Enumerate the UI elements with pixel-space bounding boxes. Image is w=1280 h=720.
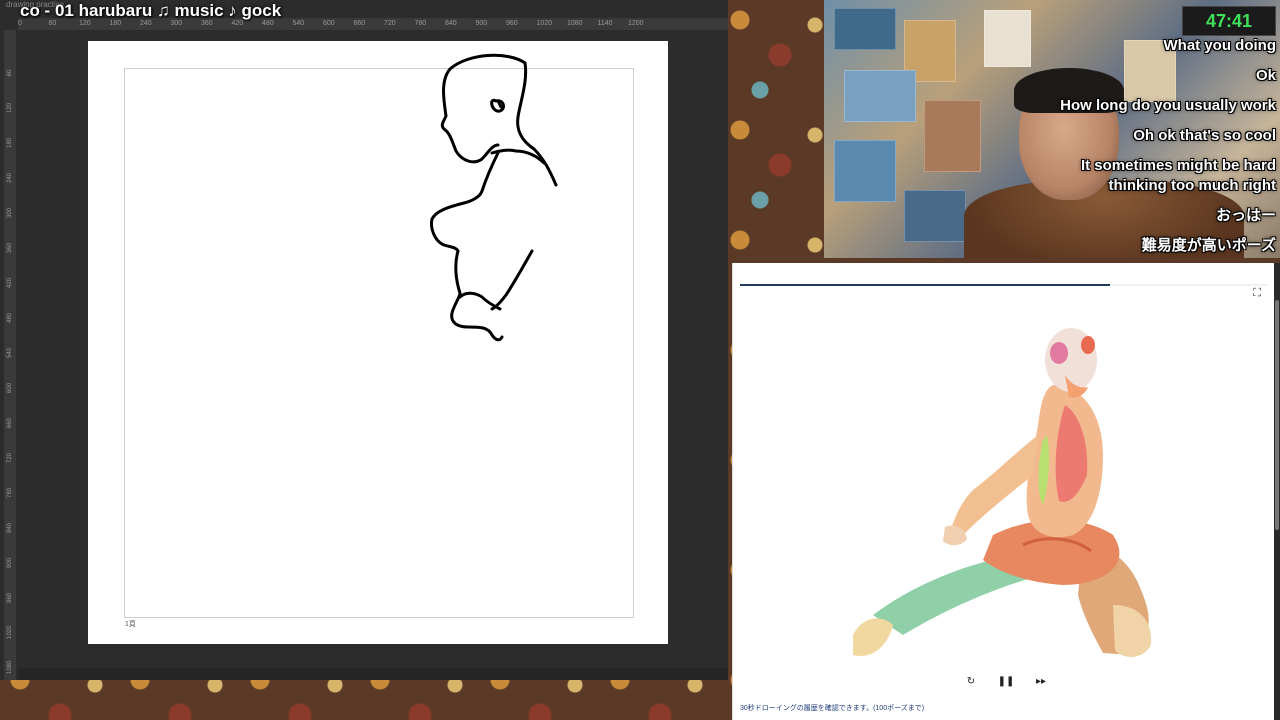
ruler-tick: 180 [7, 138, 13, 149]
ruler-tick: 960 [7, 593, 13, 604]
drawing-app-window: drawing practice 0 60 120 180 240 300 360 420 48… [0, 0, 728, 680]
pose-timer-progress [740, 284, 1268, 286]
history-note: 30秒ドローイングの履歴を確認できます。(100ポーズまで) [740, 705, 925, 712]
ruler-tick: 300 [7, 208, 13, 219]
wall-poster [904, 190, 966, 242]
stream-overlay-title: co - 01 harubaru ♫ music ♪ gock [20, 1, 282, 20]
wall-poster [834, 140, 896, 202]
drawing-canvas[interactable]: 1頁 [88, 41, 668, 644]
horizontal-scrollbar[interactable] [18, 668, 728, 680]
ruler-tick: 1080 [7, 660, 13, 674]
webcam-feed: 47:41 What you doing Ok How long do you … [824, 0, 1280, 258]
wall-poster [834, 8, 896, 50]
ruler-tick: 960 [506, 20, 518, 27]
stream-timer: 47:41 [1182, 6, 1276, 36]
ruler-tick: 660 [7, 418, 13, 429]
chat-message: Ok [1255, 67, 1276, 84]
ruler-tick: 1020 [536, 20, 553, 27]
ruler-tick: 840 [7, 523, 13, 534]
ruler-tick: 660 [353, 20, 366, 27]
chat-message: What you doing [1163, 37, 1276, 54]
restart-icon[interactable]: ↻ [961, 673, 981, 691]
ruler-tick: 600 [7, 383, 13, 394]
chat-message: It sometimes might be hard thinking too … [1080, 157, 1276, 194]
ruler-tick: 1200 [628, 20, 644, 27]
ruler-tick: 720 [7, 453, 13, 464]
ruler-tick: 540 [7, 348, 13, 359]
ruler-tick: 780 [7, 488, 13, 499]
chat-message: おっはー [1215, 207, 1276, 224]
ruler-tick: 1080 [567, 20, 583, 27]
chat-message: How long do you usually work [1060, 97, 1276, 114]
ruler-tick: 900 [475, 20, 488, 27]
gesture-sketch [430, 53, 558, 342]
pose-timer-progress-fill [740, 284, 1110, 286]
skip-icon[interactable]: ▸▸ [1031, 673, 1051, 691]
chat-message: 難易度が高いポーズ [1141, 237, 1276, 254]
ruler-tick: 1020 [7, 625, 13, 639]
anatomy-model-figure [853, 328, 1152, 657]
chat-overlay: What you doing Ok How long do you usuall… [976, 36, 1276, 258]
ruler-tick: 720 [384, 20, 396, 27]
ruler-tick: 780 [414, 20, 427, 27]
reference-scrollbar-thumb[interactable] [1275, 300, 1279, 530]
ruler-tick: 120 [7, 103, 13, 114]
ruler-tick: 240 [7, 173, 13, 184]
ruler-tick: 480 [7, 313, 13, 324]
pose-reference-panel: ⛶ ↻ ❚❚ ▸▸ 30秒ドローイングの履歴を確認できます。(100ポーズまで) [732, 263, 1275, 720]
chat-message: Oh ok that's so cool [1133, 127, 1276, 144]
ruler-tick: 60 [7, 69, 13, 77]
fullscreen-icon[interactable]: ⛶ [1253, 287, 1261, 300]
wall-poster [844, 70, 916, 122]
ruler-tick: 900 [7, 558, 13, 569]
playback-controls: ↻ ❚❚ ▸▸ [961, 673, 1051, 691]
ruler-tick: 360 [7, 243, 13, 254]
pause-icon[interactable]: ❚❚ [996, 673, 1016, 691]
ruler-tick: 1140 [597, 20, 613, 27]
wall-poster [924, 100, 981, 172]
ruler-tick: 420 [7, 278, 13, 289]
left-ruler: 60 120 180 240 300 360 420 480 540 600 660 720 780 84… [4, 30, 16, 680]
ruler-tick: 840 [445, 20, 457, 27]
